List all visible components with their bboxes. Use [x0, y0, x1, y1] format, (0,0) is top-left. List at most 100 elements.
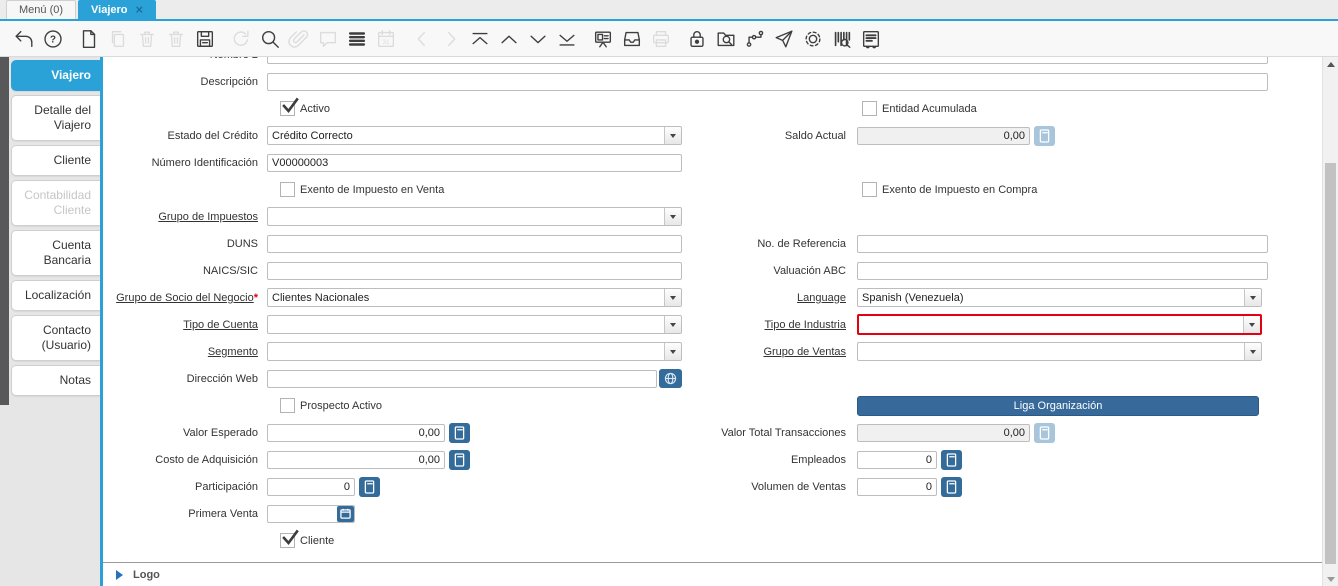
sidebar-tab-cuenta-bancaria[interactable]: Cuenta Bancaria [11, 230, 100, 276]
calculator-icon[interactable] [449, 449, 470, 470]
grupo-socio-input[interactable] [268, 289, 664, 306]
product-info-icon[interactable] [830, 27, 854, 51]
calculator-icon [1034, 125, 1055, 146]
first-record-icon[interactable] [468, 27, 492, 51]
help-icon[interactable] [41, 27, 65, 51]
numero-identificacion-input[interactable] [267, 153, 682, 172]
expand-section-icon[interactable] [116, 569, 123, 580]
sidebar-tab-notas[interactable]: Notas [11, 365, 100, 396]
request-icon[interactable] [772, 27, 796, 51]
globe-icon[interactable] [659, 369, 682, 388]
naics-sic-input[interactable] [267, 261, 682, 280]
liga-organizacion-button[interactable]: Liga Organización [857, 395, 1259, 416]
parent-record-icon[interactable] [497, 27, 521, 51]
close-tab-icon[interactable]: × [136, 3, 144, 16]
grupo-socio-combobox [267, 288, 682, 307]
cliente-checkbox[interactable] [280, 529, 299, 548]
lock-icon[interactable] [685, 27, 709, 51]
tipo-cuenta-input[interactable] [268, 316, 664, 333]
detail-record-icon[interactable] [526, 27, 550, 51]
volumen-ventas-input[interactable] [857, 477, 937, 496]
prospecto-activo-checkbox[interactable] [280, 398, 295, 413]
grupo-socio-link-label[interactable]: Grupo de Socio del Negocio* [103, 292, 263, 304]
calculator-icon[interactable] [449, 422, 470, 443]
grupo-ventas-input[interactable] [858, 343, 1244, 360]
sidebar-tab-cliente[interactable]: Cliente [11, 145, 100, 176]
sidebar-tab-label: Notas [59, 373, 91, 387]
sidebar-tab-viajero[interactable]: Viajero [11, 60, 100, 91]
chevron-down-icon[interactable] [664, 316, 681, 333]
valuacion-abc-input[interactable] [857, 261, 1268, 280]
language-link-label[interactable]: Language [691, 292, 851, 304]
grupo-impuestos-combobox [267, 207, 682, 226]
chevron-down-icon[interactable] [1243, 316, 1260, 333]
language-input[interactable] [858, 289, 1244, 306]
tipo-cuenta-combobox [267, 315, 682, 334]
calculator-icon[interactable] [941, 476, 962, 497]
grupo-impuestos-input[interactable] [268, 208, 664, 225]
field-label: Saldo Actual [784, 129, 846, 142]
duns-input[interactable] [267, 234, 682, 253]
scrollbar-thumb[interactable] [1325, 163, 1336, 564]
field-label: Valor Esperado [182, 426, 258, 439]
segmento-input[interactable] [268, 343, 664, 360]
export-icon[interactable] [859, 27, 883, 51]
window-tab-viajero[interactable]: Viajero × [78, 0, 157, 19]
scroll-down-icon[interactable] [1323, 572, 1338, 586]
tipo-cuenta-link-label[interactable]: Tipo de Cuenta [103, 319, 263, 331]
activo-checkbox[interactable] [280, 97, 299, 116]
nombre2-input[interactable] [267, 57, 1268, 64]
zoom-across-icon[interactable] [714, 27, 738, 51]
checkbox-label: Entidad Acumulada [882, 102, 977, 115]
costo-adquisicion-input[interactable] [267, 450, 445, 469]
scroll-up-icon[interactable] [1323, 57, 1338, 71]
chevron-down-icon[interactable] [1244, 289, 1261, 306]
field-label: Dirección Web [186, 372, 258, 385]
estado-credito-input[interactable] [268, 127, 664, 144]
chevron-down-icon[interactable] [664, 289, 681, 306]
descripcion-input[interactable] [267, 72, 1268, 91]
empleados-input[interactable] [857, 450, 937, 469]
tipo-industria-input[interactable] [859, 316, 1243, 333]
sidebar-tab-contacto-usuario[interactable]: Contacto (Usuario) [11, 315, 100, 361]
calculator-icon[interactable] [359, 476, 380, 497]
last-record-icon[interactable] [555, 27, 579, 51]
archive-icon[interactable] [620, 27, 644, 51]
sidebar-tab-detalle-del-viajero[interactable]: Detalle del Viajero [11, 95, 100, 141]
save-icon[interactable] [193, 27, 217, 51]
tipo-industria-link-label[interactable]: Tipo de Industria [691, 319, 851, 331]
chevron-down-icon[interactable] [664, 343, 681, 360]
logo-section-header[interactable]: Logo [103, 562, 1322, 586]
chevron-down-icon[interactable] [664, 127, 681, 144]
undo-icon[interactable] [12, 27, 36, 51]
direccion-web-input[interactable] [267, 369, 657, 388]
window-tab-menu[interactable]: Menú (0) [6, 0, 77, 19]
chevron-down-icon[interactable] [1244, 343, 1261, 360]
segmento-link-label[interactable]: Segmento [103, 346, 263, 358]
no-referencia-input[interactable] [857, 234, 1268, 253]
grid-toggle-icon[interactable] [345, 27, 369, 51]
field-label: Volumen de Ventas [751, 480, 846, 493]
vertical-scrollbar[interactable] [1322, 57, 1338, 586]
chevron-down-icon[interactable] [664, 208, 681, 225]
form-panel: Nombre 2 Descripción Activo Entidad Acum… [100, 57, 1322, 586]
grupo-ventas-link-label[interactable]: Grupo de Ventas [691, 346, 851, 358]
main-area: Viajero Detalle del Viajero Cliente Contabi… [0, 57, 1338, 586]
field-label: NAICS/SIC [202, 264, 258, 277]
calculator-icon[interactable] [941, 449, 962, 470]
preferences-icon[interactable] [801, 27, 825, 51]
find-icon[interactable] [258, 27, 282, 51]
exento-compra-checkbox[interactable] [862, 182, 877, 197]
participacion-input[interactable] [267, 477, 355, 496]
grupo-impuestos-link-label[interactable]: Grupo de Impuestos [103, 211, 263, 223]
sidebar-tab-localizacion[interactable]: Localización [11, 280, 100, 311]
valor-esperado-input[interactable] [267, 423, 445, 442]
workflow-icon[interactable] [743, 27, 767, 51]
checkbox-label: Exento de Impuesto en Compra [882, 183, 1038, 196]
calendar-picker-icon[interactable] [337, 505, 354, 522]
new-record-icon[interactable] [77, 27, 101, 51]
entidad-acumulada-checkbox[interactable] [862, 101, 877, 116]
field-label: DUNS [226, 237, 258, 250]
exento-venta-checkbox[interactable] [280, 182, 295, 197]
report-icon[interactable] [591, 27, 615, 51]
